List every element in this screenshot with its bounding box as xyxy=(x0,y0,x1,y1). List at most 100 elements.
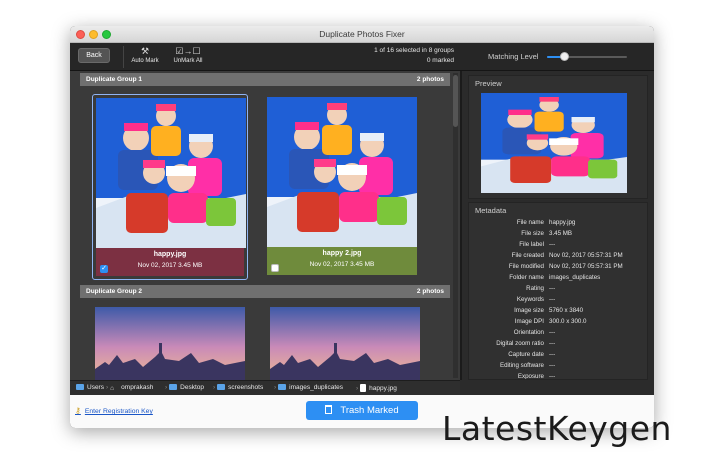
auto-mark-button[interactable]: ⚒ Auto Mark xyxy=(125,45,165,69)
title-bar: Duplicate Photos Fixer xyxy=(70,26,654,43)
registration-link[interactable]: ⚷ Enter Registration Key xyxy=(75,406,153,415)
folder-icon xyxy=(278,384,287,390)
group-count: 2 photos xyxy=(416,288,444,295)
photo-caption: happy.jpg Nov 02, 2017 3.45 MB ✓ xyxy=(96,248,244,276)
metadata-key: Rating xyxy=(526,285,544,292)
metadata-row: Image DPI 300.0 x 300.0 xyxy=(469,318,647,329)
path-item-users[interactable]: Users xyxy=(76,384,104,391)
path-item-screenshots[interactable]: › screenshots xyxy=(213,384,263,391)
metadata-row: Digital zoom ratio --- xyxy=(469,340,647,351)
metadata-value: --- xyxy=(549,362,556,369)
auto-mark-label: Auto Mark xyxy=(131,58,159,64)
metadata-row: File size 3.45 MB xyxy=(469,230,647,241)
matching-level-label: Matching Level xyxy=(488,52,539,61)
metadata-value: --- xyxy=(549,241,556,248)
path-item-file[interactable]: › happy.jpg xyxy=(356,384,397,392)
window-title: Duplicate Photos Fixer xyxy=(319,29,405,39)
metadata-label: Metadata xyxy=(475,206,507,215)
selection-info: 1 of 16 selected in 8 groups xyxy=(374,47,454,54)
group-title: Duplicate Group 1 xyxy=(86,76,142,83)
metadata-key: File label xyxy=(519,241,544,248)
path-item-images-duplicates[interactable]: › images_duplicates xyxy=(274,384,343,391)
metadata-row: Folder name images_duplicates xyxy=(469,274,647,285)
metadata-panel: Metadata File name happy.jpg File size 3.45… xyxy=(468,202,648,380)
metadata-key: File size xyxy=(521,230,544,237)
metadata-value: Nov 02, 2017 05:57:31 PM xyxy=(549,252,623,259)
metadata-key: Exposure xyxy=(517,373,544,380)
preview-label: Preview xyxy=(475,79,502,88)
group-header-1[interactable]: Duplicate Group 1 2 photos xyxy=(80,73,450,86)
metadata-row: Orientation --- xyxy=(469,329,647,340)
photo-thumbnail xyxy=(96,98,246,248)
metadata-key: File name xyxy=(516,219,544,226)
preview-panel: Preview xyxy=(468,75,648,199)
unmark-all-label: UnMark All xyxy=(173,58,203,64)
group-header-2[interactable]: Duplicate Group 2 2 photos xyxy=(80,285,450,298)
scroll-thumb[interactable] xyxy=(453,75,458,127)
metadata-row: File name happy.jpg xyxy=(469,219,647,230)
metadata-row: Rating --- xyxy=(469,285,647,296)
folder-icon xyxy=(217,384,226,390)
group-title: Duplicate Group 2 xyxy=(86,288,142,295)
folder-icon xyxy=(169,384,178,390)
photo-card-1[interactable]: happy.jpg Nov 02, 2017 3.45 MB ✓ xyxy=(92,94,248,280)
metadata-row: Capture date --- xyxy=(469,351,647,362)
home-icon: ⌂ xyxy=(110,385,115,392)
photo-thumbnail[interactable] xyxy=(95,307,245,380)
photo-file-name: happy.jpg xyxy=(153,251,187,258)
mark-checkbox[interactable] xyxy=(271,264,279,272)
metadata-value: Nov 02, 2017 05:57:31 PM xyxy=(549,263,623,270)
photo-card-2[interactable]: happy 2.jpg Nov 02, 2017 3.45 MB xyxy=(267,97,417,275)
metadata-value: 5760 x 3840 xyxy=(549,307,584,314)
metadata-key: Keywords xyxy=(516,296,544,303)
metadata-value: --- xyxy=(549,340,556,347)
metadata-key: File created xyxy=(511,252,544,259)
metadata-value: --- xyxy=(549,296,556,303)
photo-file-meta: Nov 02, 2017 3.45 MB xyxy=(309,261,375,268)
metadata-key: Capture date xyxy=(508,351,544,358)
document-icon xyxy=(360,384,367,392)
unmark-all-button[interactable]: ☑→☐ UnMark All xyxy=(168,45,208,69)
path-item-desktop[interactable]: › Desktop xyxy=(165,384,204,391)
preview-image xyxy=(481,93,627,193)
wand-icon: ⚒ xyxy=(140,46,150,56)
photo-thumbnail[interactable] xyxy=(270,307,420,380)
details-pane: Preview Metadata File name happy.jpg Fil… xyxy=(462,71,654,380)
metadata-key: Image size xyxy=(514,307,544,314)
unmark-checkbox-icon: ☑→☐ xyxy=(175,46,201,56)
metadata-row: Image size 5760 x 3840 xyxy=(469,307,647,318)
metadata-row: File created Nov 02, 2017 05:57:31 PM xyxy=(469,252,647,263)
group-count: 2 photos xyxy=(416,76,444,83)
duplicates-list: Duplicate Group 1 2 photos happy.jpg Nov… xyxy=(70,71,460,380)
app-window: Duplicate Photos Fixer Back ⚒ Auto Mark … xyxy=(70,26,654,428)
toolbar: Back ⚒ Auto Mark ☑→☐ UnMark All 1 of 16 … xyxy=(70,43,654,71)
metadata-row: Editing software --- xyxy=(469,362,647,373)
watermark-text: LatestKeygen xyxy=(442,409,672,448)
trash-icon xyxy=(325,405,333,414)
metadata-value: --- xyxy=(549,329,556,336)
metadata-value: --- xyxy=(549,285,556,292)
metadata-row: File modified Nov 02, 2017 05:57:31 PM xyxy=(469,263,647,274)
metadata-value: --- xyxy=(549,373,556,380)
mark-checkbox[interactable]: ✓ xyxy=(100,265,108,273)
path-bar: Users › ⌂ omprakash › Desktop › screenshots … xyxy=(70,380,460,395)
metadata-key: Editing software xyxy=(499,362,544,369)
list-scrollbar[interactable] xyxy=(453,73,458,378)
metadata-value: 300.0 x 300.0 xyxy=(549,318,587,325)
trash-marked-button[interactable]: Trash Marked xyxy=(306,401,418,420)
matching-level-thumb[interactable] xyxy=(560,52,569,61)
key-icon: ⚷ xyxy=(75,406,81,415)
metadata-row: Keywords --- xyxy=(469,296,647,307)
metadata-key: Folder name xyxy=(509,274,544,281)
metadata-value: --- xyxy=(549,351,556,358)
metadata-row: Exposure --- xyxy=(469,373,647,380)
photo-thumbnail xyxy=(267,97,417,247)
path-item-user-home[interactable]: › ⌂ omprakash xyxy=(106,384,153,392)
metadata-key: File modified xyxy=(508,263,544,270)
back-button[interactable]: Back xyxy=(78,48,110,63)
metadata-value: happy.jpg xyxy=(549,219,576,226)
metadata-row: File label --- xyxy=(469,241,647,252)
photo-file-meta: Nov 02, 2017 3.45 MB xyxy=(137,262,203,269)
photo-caption: happy 2.jpg Nov 02, 2017 3.45 MB xyxy=(267,247,417,275)
matching-level-slider[interactable] xyxy=(547,56,627,58)
